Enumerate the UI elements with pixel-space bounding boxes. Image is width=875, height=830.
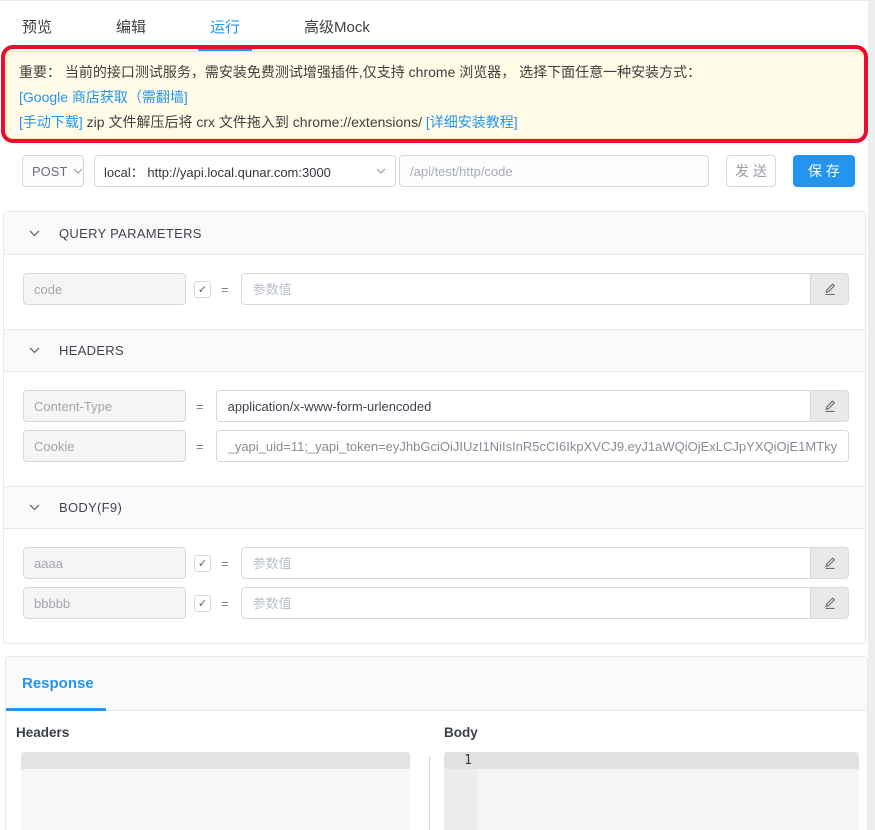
- method-select-value: POST: [32, 164, 67, 179]
- section-title: HEADERS: [59, 343, 124, 358]
- collapse-chevron-icon: [29, 230, 40, 237]
- warning-line-3: [手动下载] zip 文件解压后将 crx 文件拖入到 chrome://ext…: [19, 110, 849, 135]
- param-name-input[interactable]: [23, 273, 186, 305]
- response-headers-column: Headers: [16, 725, 410, 830]
- tab-edit[interactable]: 编辑: [104, 1, 158, 51]
- chevron-down-icon: [376, 168, 386, 174]
- editor-active-line: [21, 752, 410, 769]
- param-row: ✓ =: [23, 587, 849, 619]
- chevron-down-icon: [73, 168, 83, 174]
- checkmark-icon: ✓: [198, 283, 207, 296]
- active-tab-underline: [6, 708, 106, 711]
- line-number: 1: [444, 752, 472, 769]
- param-enabled-checkbox[interactable]: ✓: [194, 281, 211, 298]
- domain-select-value: local： http://yapi.local.qunar.com:3000: [104, 162, 331, 181]
- checkmark-icon: ✓: [198, 597, 207, 610]
- request-params-panel: QUERY PARAMETERS ✓ = HEADERS: [3, 211, 866, 644]
- response-headers-editor[interactable]: [21, 752, 410, 830]
- param-enabled-checkbox[interactable]: ✓: [194, 595, 211, 612]
- pencil-icon: [823, 556, 837, 570]
- equals-sign: =: [196, 439, 204, 454]
- edit-value-button[interactable]: [811, 587, 849, 619]
- tab-advanced-mock[interactable]: 高级Mock: [292, 1, 382, 51]
- response-tabbar: Response: [6, 657, 867, 711]
- pencil-icon: [823, 399, 837, 413]
- response-panel: Response Headers Body 1: [5, 656, 868, 830]
- tab-run[interactable]: 运行: [198, 1, 252, 51]
- warning-line-1: 重要： 当前的接口测试服务，需安装免费测试增强插件,仅支持 chrome 浏览器…: [19, 60, 849, 85]
- param-name-input[interactable]: [23, 587, 186, 619]
- checkmark-icon: ✓: [198, 557, 207, 570]
- collapse-chevron-icon: [29, 504, 40, 511]
- equals-sign: =: [221, 282, 229, 297]
- query-parameters-body: ✓ =: [4, 255, 865, 329]
- response-headers-label: Headers: [16, 725, 410, 740]
- header-value-input[interactable]: [216, 430, 849, 462]
- header-name-input[interactable]: [23, 430, 186, 462]
- google-store-link[interactable]: [Google 商店获取（需翻墙]: [19, 89, 188, 105]
- warning-line-2: [Google 商店获取（需翻墙]: [19, 85, 849, 110]
- equals-sign: =: [221, 556, 229, 571]
- install-tutorial-link[interactable]: [详细安装教程]: [426, 114, 518, 130]
- equals-sign: =: [196, 399, 204, 414]
- param-row: ✓ =: [23, 547, 849, 579]
- collapse-chevron-icon: [29, 347, 40, 354]
- tab-response[interactable]: Response: [6, 675, 112, 692]
- section-header-query-parameters[interactable]: QUERY PARAMETERS: [4, 212, 865, 255]
- editor-active-line: [444, 752, 859, 769]
- section-header-headers[interactable]: HEADERS: [4, 329, 865, 372]
- send-button[interactable]: 发 送: [726, 155, 776, 187]
- edit-value-button[interactable]: [811, 390, 849, 422]
- edit-value-button[interactable]: [811, 273, 849, 305]
- response-body-label: Body: [444, 725, 859, 740]
- section-title: BODY(F9): [59, 500, 122, 515]
- response-content: Headers Body 1: [6, 711, 867, 830]
- path-input[interactable]: [399, 155, 709, 187]
- param-value-input[interactable]: [241, 547, 811, 579]
- plugin-warning-alert: 重要： 当前的接口测试服务，需安装免费测试增强插件,仅支持 chrome 浏览器…: [6, 51, 866, 139]
- domain-select[interactable]: local： http://yapi.local.qunar.com:3000: [94, 155, 396, 187]
- pencil-icon: [823, 282, 837, 296]
- save-button[interactable]: 保 存: [793, 155, 855, 187]
- response-body-column: Body 1: [444, 725, 859, 830]
- header-name-input[interactable]: [23, 390, 186, 422]
- page-scrollbar-track[interactable]: [868, 1, 875, 830]
- method-select[interactable]: POST: [22, 155, 84, 187]
- request-bar: POST local： http://yapi.local.qunar.com:…: [22, 155, 875, 187]
- manual-download-link[interactable]: [手动下载]: [19, 114, 83, 130]
- param-name-input[interactable]: [23, 547, 186, 579]
- body-params-body: ✓ = ✓ =: [4, 529, 865, 643]
- page-tabs: 预览 编辑 运行 高级Mock: [0, 1, 875, 51]
- param-value-input[interactable]: [241, 587, 811, 619]
- header-value-input[interactable]: [216, 390, 811, 422]
- tab-preview[interactable]: 预览: [10, 1, 64, 51]
- param-enabled-checkbox[interactable]: ✓: [194, 555, 211, 572]
- pencil-icon: [823, 596, 837, 610]
- param-value-input[interactable]: [241, 273, 811, 305]
- section-title: QUERY PARAMETERS: [59, 226, 202, 241]
- equals-sign: =: [221, 596, 229, 611]
- edit-value-button[interactable]: [811, 547, 849, 579]
- headers-body: = =: [4, 372, 865, 486]
- header-row: =: [23, 430, 849, 462]
- response-body-editor[interactable]: 1: [444, 752, 859, 830]
- column-divider: [429, 756, 430, 830]
- param-row: ✓ =: [23, 273, 849, 305]
- manual-download-text: zip 文件解压后将 crx 文件拖入到 chrome://extensions…: [83, 114, 426, 130]
- header-row: =: [23, 390, 849, 422]
- section-header-body[interactable]: BODY(F9): [4, 486, 865, 529]
